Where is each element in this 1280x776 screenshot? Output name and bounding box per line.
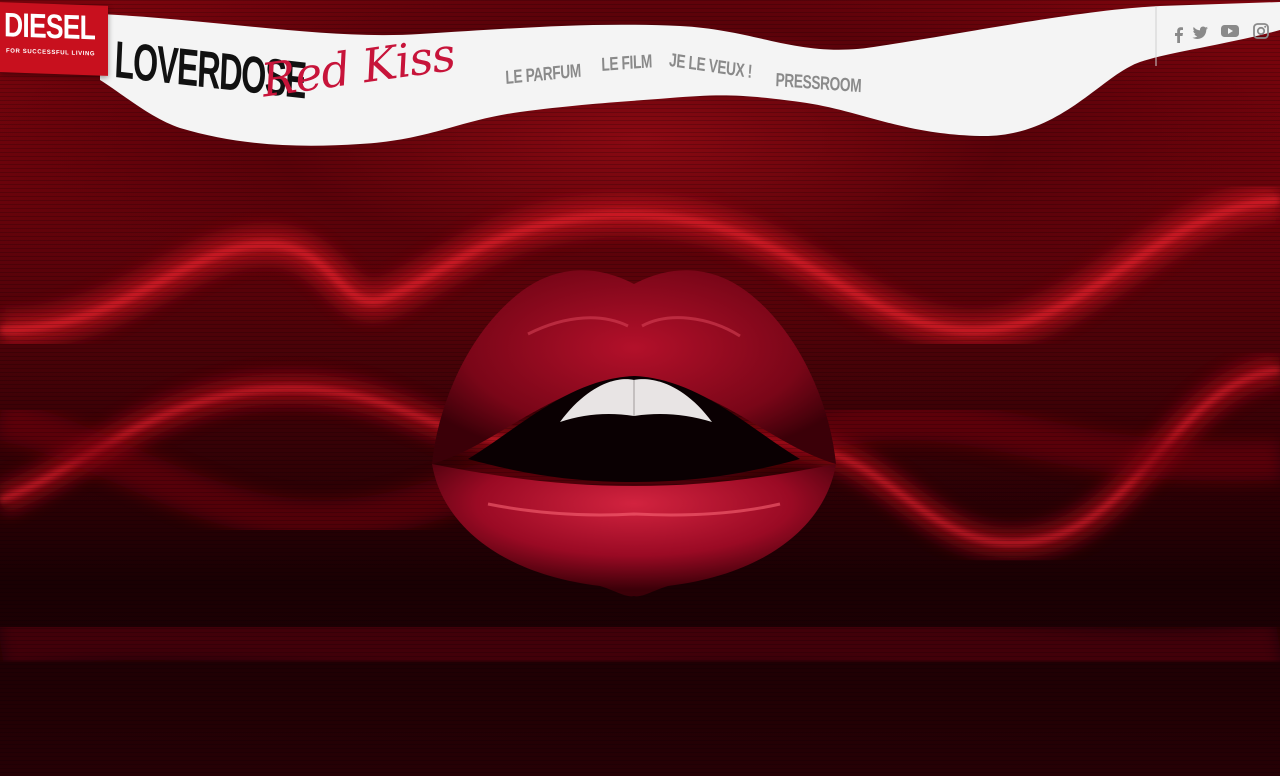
nav-le-film[interactable]: LE FILM (601, 51, 652, 77)
diesel-logo[interactable]: DIESEL FOR SUCCESSFUL LIVING (0, 2, 108, 76)
diesel-tagline: FOR SUCCESSFUL LIVING (6, 48, 96, 58)
social-links (1164, 20, 1274, 44)
diesel-wordmark: DIESEL (4, 6, 96, 48)
twitter-icon[interactable] (1191, 24, 1209, 42)
instagram-icon[interactable] (1252, 22, 1270, 40)
hero-lips-image (432, 270, 836, 597)
header: DIESEL FOR SUCCESSFUL LIVING LOVERDOSE R… (0, 0, 1280, 160)
youtube-icon[interactable] (1220, 22, 1240, 40)
facebook-icon[interactable] (1170, 26, 1188, 44)
